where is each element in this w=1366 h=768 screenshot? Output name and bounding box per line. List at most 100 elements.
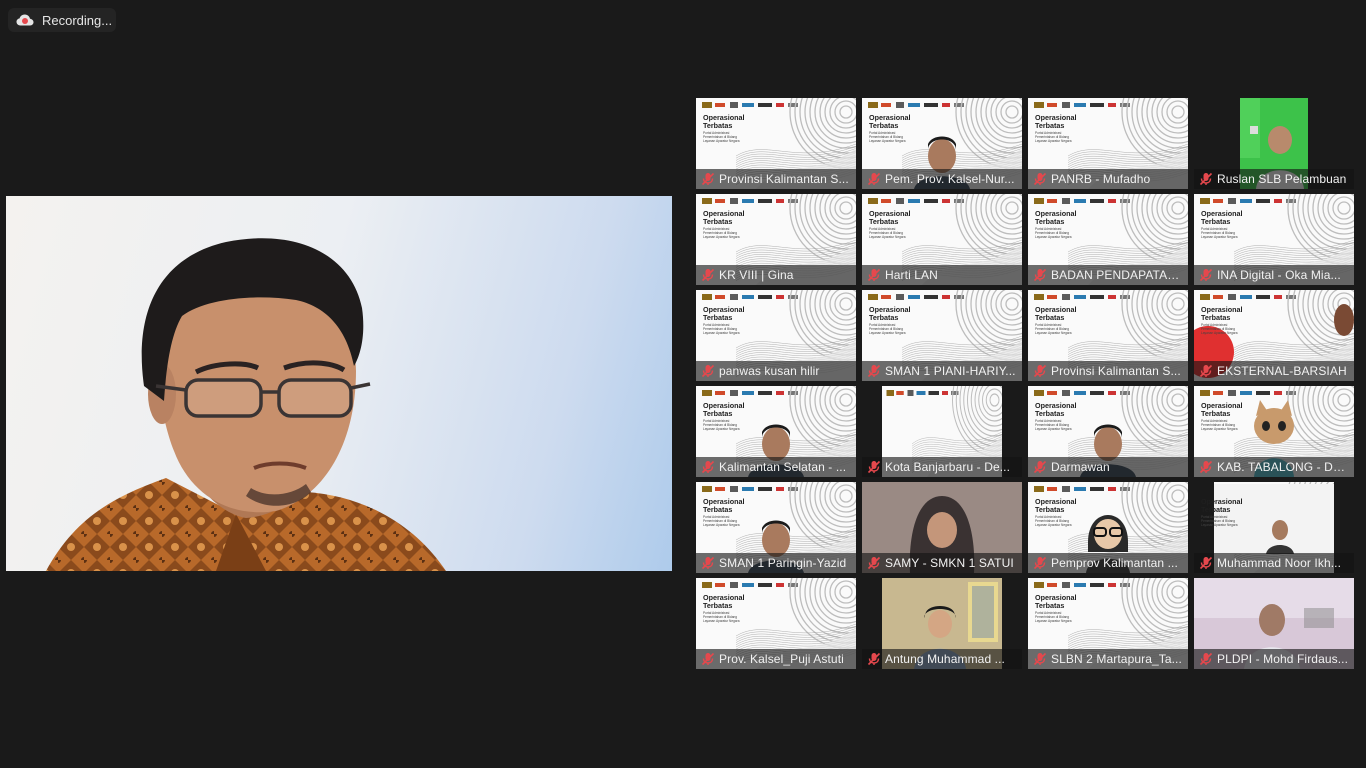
- participant-name: Kalimantan Selatan - ...: [719, 460, 847, 474]
- slide-subtitle: Layanan Aparatur Negara: [1201, 427, 1238, 431]
- participant-name: EKSTERNAL-BARSIAH: [1217, 364, 1347, 378]
- slide-title: Terbatas: [703, 313, 732, 322]
- participant-name-bar: Muhammad Noor Ikh...: [1194, 553, 1354, 573]
- active-speaker-video[interactable]: [6, 196, 672, 571]
- muted-mic-icon: [1033, 460, 1047, 474]
- participant-name: Harti LAN: [885, 268, 938, 282]
- muted-mic-icon: [1199, 172, 1213, 186]
- participant-name: PLDPI - Mohd Firdaus...: [1217, 652, 1349, 666]
- participant-name: Ruslan SLB Pelambuan: [1217, 172, 1347, 186]
- participant-tile[interactable]: Operasional Terbatas Portal Administrasi Pe…: [696, 98, 856, 189]
- participant-name-bar: Kalimantan Selatan - ...: [696, 457, 856, 477]
- participant-name: BADAN PENDAPATAN...: [1051, 268, 1185, 282]
- slide-subtitle: Layanan Aparatur Negara: [1201, 523, 1238, 527]
- participant-tile[interactable]: Operasional Terbatas Portal Administrasi Pe…: [1194, 482, 1354, 573]
- participant-tile[interactable]: SAMY - SMKN 1 SATUI: [862, 482, 1022, 573]
- speaker-person-image: [46, 238, 446, 571]
- participant-tile[interactable]: Operasional Terbatas Portal Administrasi Pe…: [1028, 386, 1188, 477]
- participant-name-bar: Antung Muhammad ...: [862, 649, 1022, 669]
- slide-subtitle: Layanan Aparatur Negara: [1201, 331, 1238, 335]
- slide-subtitle: Layanan Aparatur Negara: [1035, 619, 1072, 623]
- slide-subtitle: Layanan Aparatur Negara: [703, 427, 740, 431]
- participant-tile[interactable]: Operasional Terbatas Portal Administrasi Pe…: [1194, 386, 1354, 477]
- muted-mic-icon: [1199, 364, 1213, 378]
- muted-mic-icon: [867, 556, 881, 570]
- slide-subtitle: Layanan Aparatur Negara: [703, 523, 740, 527]
- slide-title: Terbatas: [1035, 505, 1064, 514]
- participant-tile[interactable]: Antung Muhammad ...: [862, 578, 1022, 669]
- slide-title: Terbatas: [1201, 409, 1230, 418]
- participant-tile[interactable]: Operasional Terbatas Portal Administrasi Pe…: [696, 194, 856, 285]
- participant-name: panwas kusan hilir: [719, 364, 820, 378]
- participant-name: SMAN 1 PIANI-HARIY...: [885, 364, 1016, 378]
- participant-name: Kota Banjarbaru - De...: [885, 460, 1011, 474]
- slide-subtitle: Layanan Aparatur Negara: [703, 619, 740, 623]
- muted-mic-icon: [1199, 460, 1213, 474]
- participant-name: KR VIII | Gina: [719, 268, 794, 282]
- participant-tile[interactable]: Operasional Terbatas Portal Administrasi Pe…: [696, 482, 856, 573]
- slide-title: Terbatas: [703, 409, 732, 418]
- slide-subtitle: Layanan Aparatur Negara: [1035, 523, 1072, 527]
- participant-tile[interactable]: Operasional Terbatas Portal Administrasi Pe…: [1194, 290, 1354, 381]
- participant-name: SMAN 1 Paringin-Yazid: [719, 556, 847, 570]
- participant-tile[interactable]: Operasional Terbatas Portal Administrasi Pe…: [1028, 194, 1188, 285]
- slide-title: Terbatas: [1035, 601, 1064, 610]
- slide-title: Terbatas: [703, 601, 732, 610]
- participant-name-bar: Ruslan SLB Pelambuan: [1194, 169, 1354, 189]
- participant-name: PANRB - Mufadho: [1051, 172, 1151, 186]
- muted-mic-icon: [701, 556, 715, 570]
- slide-subtitle: Layanan Aparatur Negara: [1035, 427, 1072, 431]
- participant-name-bar: Kota Banjarbaru - De...: [862, 457, 1022, 477]
- slide-title: Terbatas: [869, 121, 898, 130]
- slide-subtitle: Layanan Aparatur Negara: [1035, 235, 1072, 239]
- participant-name-bar: KR VIII | Gina: [696, 265, 856, 285]
- participant-name-bar: Prov. Kalsel_Puji Astuti: [696, 649, 856, 669]
- participant-tile[interactable]: Operasional Terbatas Portal Administrasi Pe…: [696, 290, 856, 381]
- participant-tile[interactable]: Operasional Terbatas Portal Administrasi Pe…: [1028, 578, 1188, 669]
- participant-tile[interactable]: Operasional Terbatas Portal Administrasi Pe…: [1028, 482, 1188, 573]
- muted-mic-icon: [867, 268, 881, 282]
- participant-name: Provinsi Kalimantan S...: [1051, 364, 1181, 378]
- muted-mic-icon: [1033, 652, 1047, 666]
- participant-tile[interactable]: Operasional Terbatas Portal Administrasi Pe…: [696, 386, 856, 477]
- participant-tile[interactable]: Ruslan SLB Pelambuan: [1194, 98, 1354, 189]
- participant-name-bar: PLDPI - Mohd Firdaus...: [1194, 649, 1354, 669]
- slide-subtitle: Layanan Aparatur Negara: [869, 139, 906, 143]
- participant-name-bar: panwas kusan hilir: [696, 361, 856, 381]
- participant-name-bar: SMAN 1 PIANI-HARIY...: [862, 361, 1022, 381]
- muted-mic-icon: [1033, 172, 1047, 186]
- cloud-record-icon: [16, 14, 34, 26]
- participant-name-bar: SMAN 1 Paringin-Yazid: [696, 553, 856, 573]
- participant-name-bar: Provinsi Kalimantan S...: [1028, 361, 1188, 381]
- slide-subtitle: Layanan Aparatur Negara: [1201, 235, 1238, 239]
- slide-subtitle: Layanan Aparatur Negara: [869, 331, 906, 335]
- participant-name: Pemprov Kalimantan ...: [1051, 556, 1178, 570]
- muted-mic-icon: [701, 268, 715, 282]
- recording-indicator[interactable]: Recording...: [8, 8, 116, 32]
- slide-title: Terbatas: [1201, 217, 1230, 226]
- participant-name: Provinsi Kalimantan S...: [719, 172, 849, 186]
- muted-mic-icon: [1033, 268, 1047, 282]
- slide-title: Terbatas: [869, 217, 898, 226]
- slide-title: Terbatas: [703, 217, 732, 226]
- participant-name-bar: BADAN PENDAPATAN...: [1028, 265, 1188, 285]
- participant-tile[interactable]: Operasional Terbatas Portal Administrasi Pe…: [862, 194, 1022, 285]
- participant-tile[interactable]: Operasional Terbatas Portal Administrasi Pe…: [862, 98, 1022, 189]
- participant-tile[interactable]: Operasional Terbatas Portal Administrasi Pe…: [862, 290, 1022, 381]
- participant-tile[interactable]: Operasional Terbatas Portal Administrasi Pe…: [1028, 98, 1188, 189]
- participant-name-bar: Pemprov Kalimantan ...: [1028, 553, 1188, 573]
- participant-tile[interactable]: PLDPI - Mohd Firdaus...: [1194, 578, 1354, 669]
- participant-name-bar: INA Digital - Oka Mia...: [1194, 265, 1354, 285]
- muted-mic-icon: [701, 460, 715, 474]
- slide-title: Terbatas: [703, 121, 732, 130]
- participant-name: Prov. Kalsel_Puji Astuti: [719, 652, 844, 666]
- participant-name-bar: KAB. TABALONG - DH...: [1194, 457, 1354, 477]
- muted-mic-icon: [867, 172, 881, 186]
- participant-tile[interactable]: Operasional Terbatas Portal Administrasi Pe…: [1194, 194, 1354, 285]
- participant-tile[interactable]: Operasional Terbatas Portal Administrasi Pe…: [1028, 290, 1188, 381]
- slide-subtitle: Layanan Aparatur Negara: [703, 235, 740, 239]
- participant-tile[interactable]: Operasional Terbatas Portal Administrasi Pe…: [696, 578, 856, 669]
- muted-mic-icon: [1199, 268, 1213, 282]
- participant-name: Antung Muhammad ...: [885, 652, 1005, 666]
- participant-tile[interactable]: Kota Banjarbaru - De...: [862, 386, 1022, 477]
